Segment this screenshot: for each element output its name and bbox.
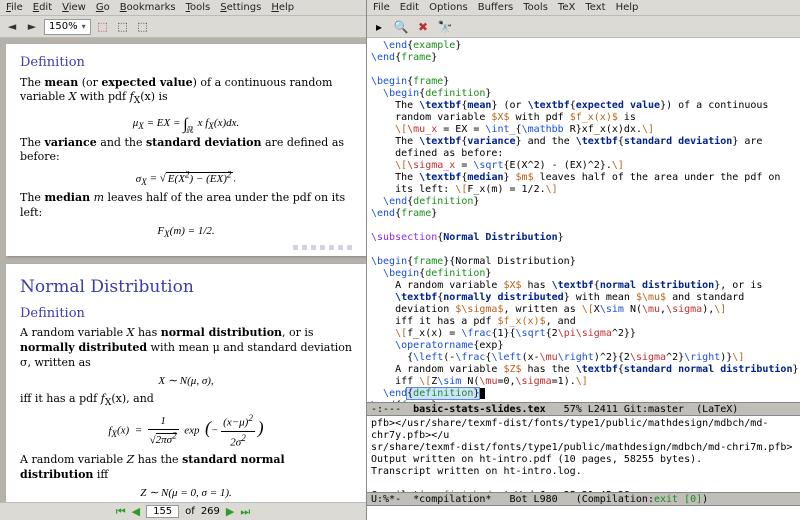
next-icon[interactable]: ► (24, 19, 40, 35)
menu-file: File (6, 2, 23, 13)
page-prev-icon[interactable]: ◀ (132, 505, 140, 518)
page-of-label: of (185, 506, 195, 517)
slide-text: A random variable X has normal distribut… (20, 326, 352, 371)
equation: X ∼ N(μ, σ), (20, 374, 352, 389)
slide-text: The mean (or expected value) of a contin… (20, 76, 352, 108)
emenu-file: File (373, 2, 390, 13)
latex-source-editor[interactable]: \end{example} \end{frame} \begin{frame} … (367, 38, 800, 402)
emenu-text: Text (585, 2, 605, 13)
page-next-icon[interactable]: ▶ (226, 505, 234, 518)
toolbar-view-icon[interactable]: 🔍 (393, 19, 409, 35)
equation: Z ∼ N(μ = 0, σ = 1). (20, 486, 352, 501)
tool-b-icon[interactable]: ⬚ (115, 19, 131, 35)
toolbar-run-icon[interactable]: ▸ (371, 19, 387, 35)
emenu-help: Help (616, 2, 639, 13)
menu-view: View (62, 2, 86, 13)
definition-heading: Definition (20, 54, 352, 72)
page-last-icon[interactable]: ⏭ (240, 505, 250, 519)
slide-title: Normal Distribution (20, 276, 352, 299)
emacs-pane: File Edit Options Buffers Tools TeX Text… (367, 0, 800, 520)
menu-edit: Edit (33, 2, 52, 13)
emacs-modeline-main: -:--- basic-stats-slides.tex 57% L2411 G… (367, 402, 800, 416)
emenu-tex: TeX (558, 2, 575, 13)
slide-text: A random variable Z has the standard nor… (20, 453, 352, 483)
pdf-toolbar: ◄ ► 150% ⬚ ⬚ ⬚ (0, 16, 366, 38)
equation: FX(m) = 1/2. (20, 224, 352, 241)
menu-go: Go (96, 2, 110, 13)
emacs-toolbar: ▸ 🔍 ✖ 🔭 (367, 16, 800, 38)
toolbar-binoculars-icon[interactable]: 🔭 (437, 19, 453, 35)
equation: σX = √E(X2) − (EX)2. (20, 168, 352, 188)
page-navigator: ⏮ ◀ 155 of 269 ▶ ⏭ (0, 502, 366, 520)
menu-tools: Tools (186, 2, 211, 13)
tool-c-icon[interactable]: ⬚ (135, 19, 151, 35)
pdf-menubar[interactable]: File Edit View Go Bookmarks Tools Settin… (0, 0, 366, 16)
emenu-tools: Tools (523, 2, 548, 13)
compilation-buffer[interactable]: pfb></usr/share/texmf-dist/fonts/type1/p… (367, 416, 800, 492)
emacs-menubar[interactable]: File Edit Options Buffers Tools TeX Text… (367, 0, 800, 16)
definition-heading: Definition (20, 305, 352, 323)
toolbar-error-icon[interactable]: ✖ (415, 19, 431, 35)
page-number-input[interactable]: 155 (146, 505, 179, 518)
pdf-slide: Definition The mean (or expected value) … (6, 44, 366, 256)
emenu-buffers: Buffers (478, 2, 514, 13)
equation: fX(x) = 1 √2πσ2 exp (− (x−μ)2 2σ2 ) (20, 412, 352, 450)
emenu-edit: Edit (400, 2, 419, 13)
menu-bookmarks: Bookmarks (120, 2, 176, 13)
menu-settings: Settings (220, 2, 261, 13)
page-total: 269 (201, 506, 220, 517)
slide-nav-dots (20, 245, 352, 250)
application-root: File Edit View Go Bookmarks Tools Settin… (0, 0, 800, 520)
tool-a-icon[interactable]: ⬚ (95, 19, 111, 35)
emacs-modeline-compilation: U:%*- *compilation* Bot L980 (Compilatio… (367, 492, 800, 506)
slide-text: The variance and the standard deviation … (20, 136, 352, 166)
equation: μX = EX = ∫ℝ x fX(x)dx. (20, 111, 352, 133)
prev-icon[interactable]: ◄ (4, 19, 20, 35)
menu-help: Help (271, 2, 294, 13)
emenu-options: Options (429, 2, 468, 13)
slide-text: iff it has a pdf fX(x), and (20, 392, 352, 410)
pdf-scroll-area[interactable]: Definition The mean (or expected value) … (0, 38, 366, 502)
zoom-combo[interactable]: 150% (44, 19, 91, 35)
page-first-icon[interactable]: ⏮ (116, 505, 126, 519)
slide-text: The median m m leaves half of the area u… (20, 191, 352, 221)
pdf-slide: Normal Distribution Definition A random … (6, 264, 366, 502)
pdf-viewer-pane: File Edit View Go Bookmarks Tools Settin… (0, 0, 367, 520)
emacs-minibuffer[interactable] (367, 506, 800, 520)
